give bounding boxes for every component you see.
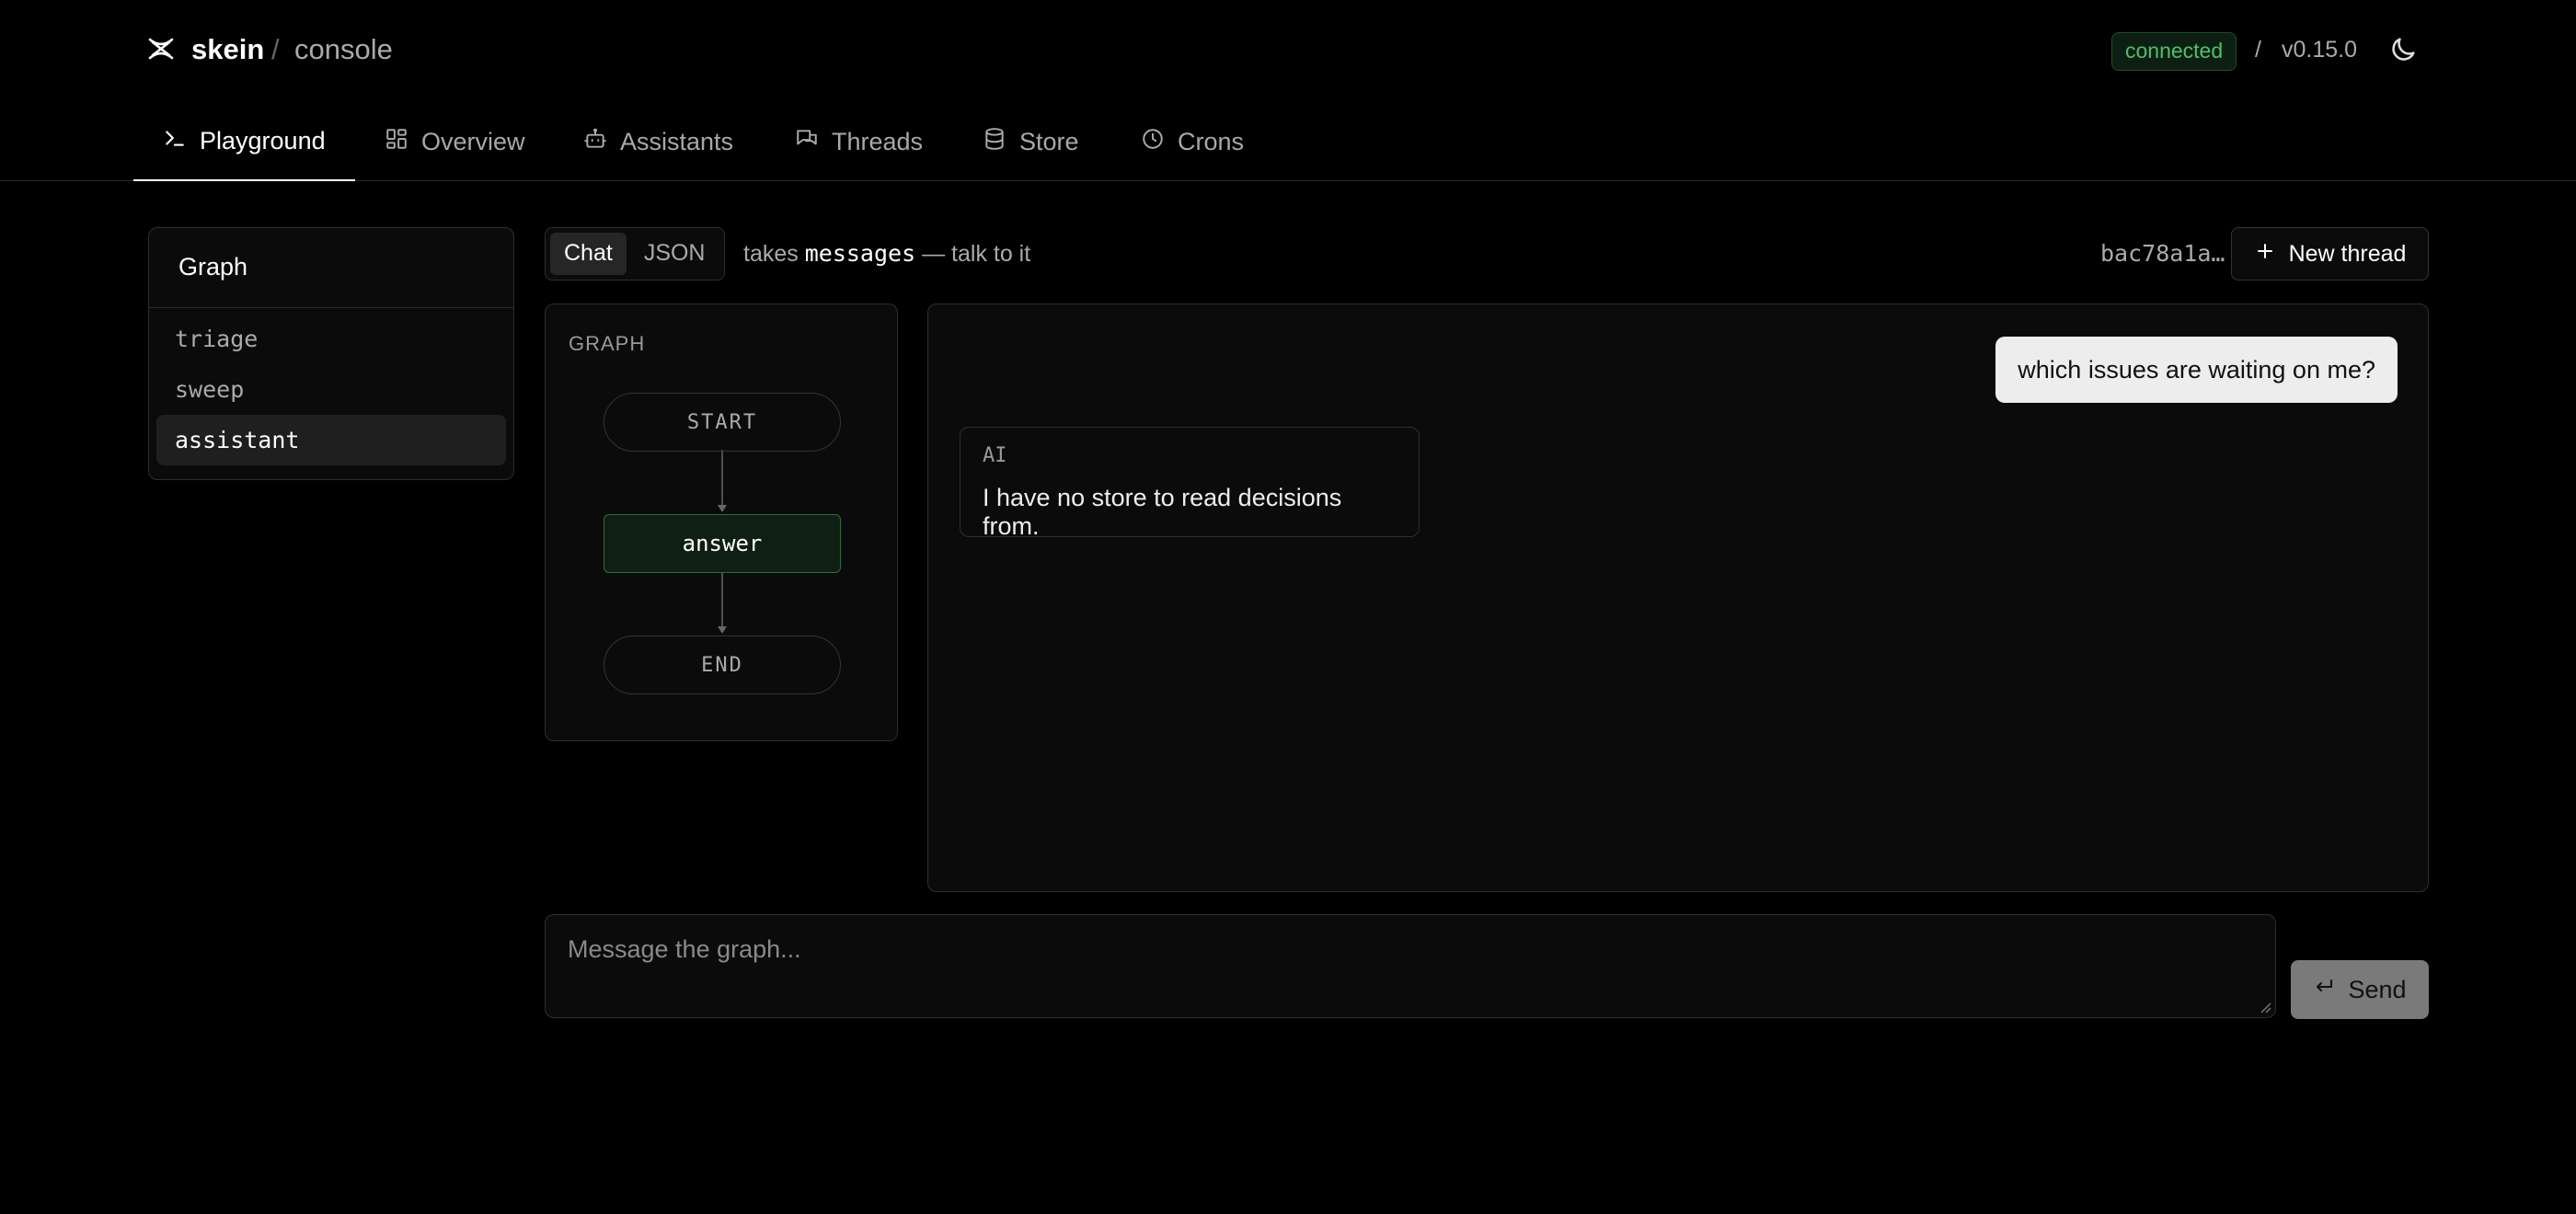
app-header: skein / console connected / v0.15.0: [0, 0, 2576, 103]
graph-list-panel: Graph triage sweep assistant: [148, 227, 514, 480]
thread-id[interactable]: bac78a1a…: [2100, 240, 2225, 267]
grid-icon: [385, 127, 408, 157]
graph-item-assistant[interactable]: assistant: [156, 415, 506, 465]
tab-assistants[interactable]: Assistants: [554, 103, 763, 181]
send-button[interactable]: Send: [2291, 960, 2429, 1019]
ai-message-label: AI: [983, 444, 1007, 467]
clock-icon: [1141, 127, 1165, 157]
tab-label: Threads: [832, 128, 924, 155]
chat-bubbles-icon: [795, 127, 819, 157]
send-label: Send: [2348, 975, 2407, 1003]
graph-panel-title: Graph: [149, 228, 513, 308]
hint-code: messages: [804, 240, 916, 267]
tab-label: Store: [1019, 128, 1079, 155]
user-message: which issues are waiting on me?: [1995, 337, 2398, 403]
skein-logo-icon: [147, 35, 175, 63]
main-nav: Playground Overview Assistants Threads S…: [0, 103, 2576, 181]
database-icon: [983, 127, 1006, 157]
new-thread-button[interactable]: New thread: [2231, 227, 2429, 281]
version-separator: /: [2255, 37, 2261, 63]
brand-separator: /: [271, 33, 280, 65]
graph-item-sweep[interactable]: sweep: [156, 364, 506, 415]
version-label: v0.15.0: [2282, 37, 2358, 63]
new-thread-label: New thread: [2288, 240, 2407, 267]
graph-node-answer[interactable]: answer: [604, 514, 841, 573]
tab-label: Playground: [200, 127, 326, 155]
graph-node-start[interactable]: START: [604, 393, 841, 452]
graph-node-end[interactable]: END: [604, 636, 841, 694]
mode-json-button[interactable]: JSON: [630, 233, 719, 275]
tab-label: Assistants: [620, 128, 734, 155]
terminal-icon: [163, 126, 187, 156]
connection-status-badge: connected: [2111, 32, 2237, 71]
input-hint: takes messages — talk to it: [743, 240, 1030, 268]
tab-label: Overview: [421, 128, 525, 155]
hint-suffix: — talk to it: [922, 241, 1031, 267]
ai-message: AI I have no store to read decisions fro…: [960, 427, 1420, 540]
graph-list: triage sweep assistant: [149, 308, 513, 471]
brand-subtitle: console: [294, 33, 393, 65]
tab-overview[interactable]: Overview: [355, 103, 555, 181]
mode-chat-button[interactable]: Chat: [550, 233, 627, 275]
enter-icon: [2313, 976, 2335, 1004]
brand-name[interactable]: skein: [191, 33, 264, 66]
plus-icon: [2254, 240, 2276, 269]
tab-crons[interactable]: Crons: [1111, 103, 1273, 181]
moon-icon[interactable]: [2387, 34, 2419, 65]
ai-message-text: I have no store to read decisions from.: [983, 484, 1342, 540]
chat-transcript: which issues are waiting on me? AI I hav…: [927, 304, 2429, 892]
graph-diagram-panel: GRAPH START answer END: [545, 304, 898, 741]
message-composer: [545, 914, 2276, 1018]
tab-threads[interactable]: Threads: [765, 103, 952, 181]
robot-icon: [583, 127, 607, 157]
tab-store[interactable]: Store: [953, 103, 1109, 181]
tab-label: Crons: [1178, 128, 1245, 155]
tab-playground[interactable]: Playground: [133, 103, 355, 181]
message-input[interactable]: [546, 915, 2275, 984]
hint-prefix: takes: [743, 241, 799, 267]
graph-item-triage[interactable]: triage: [156, 314, 506, 364]
mode-switch: Chat JSON: [545, 227, 725, 281]
resize-handle-icon[interactable]: [2259, 1001, 2271, 1014]
